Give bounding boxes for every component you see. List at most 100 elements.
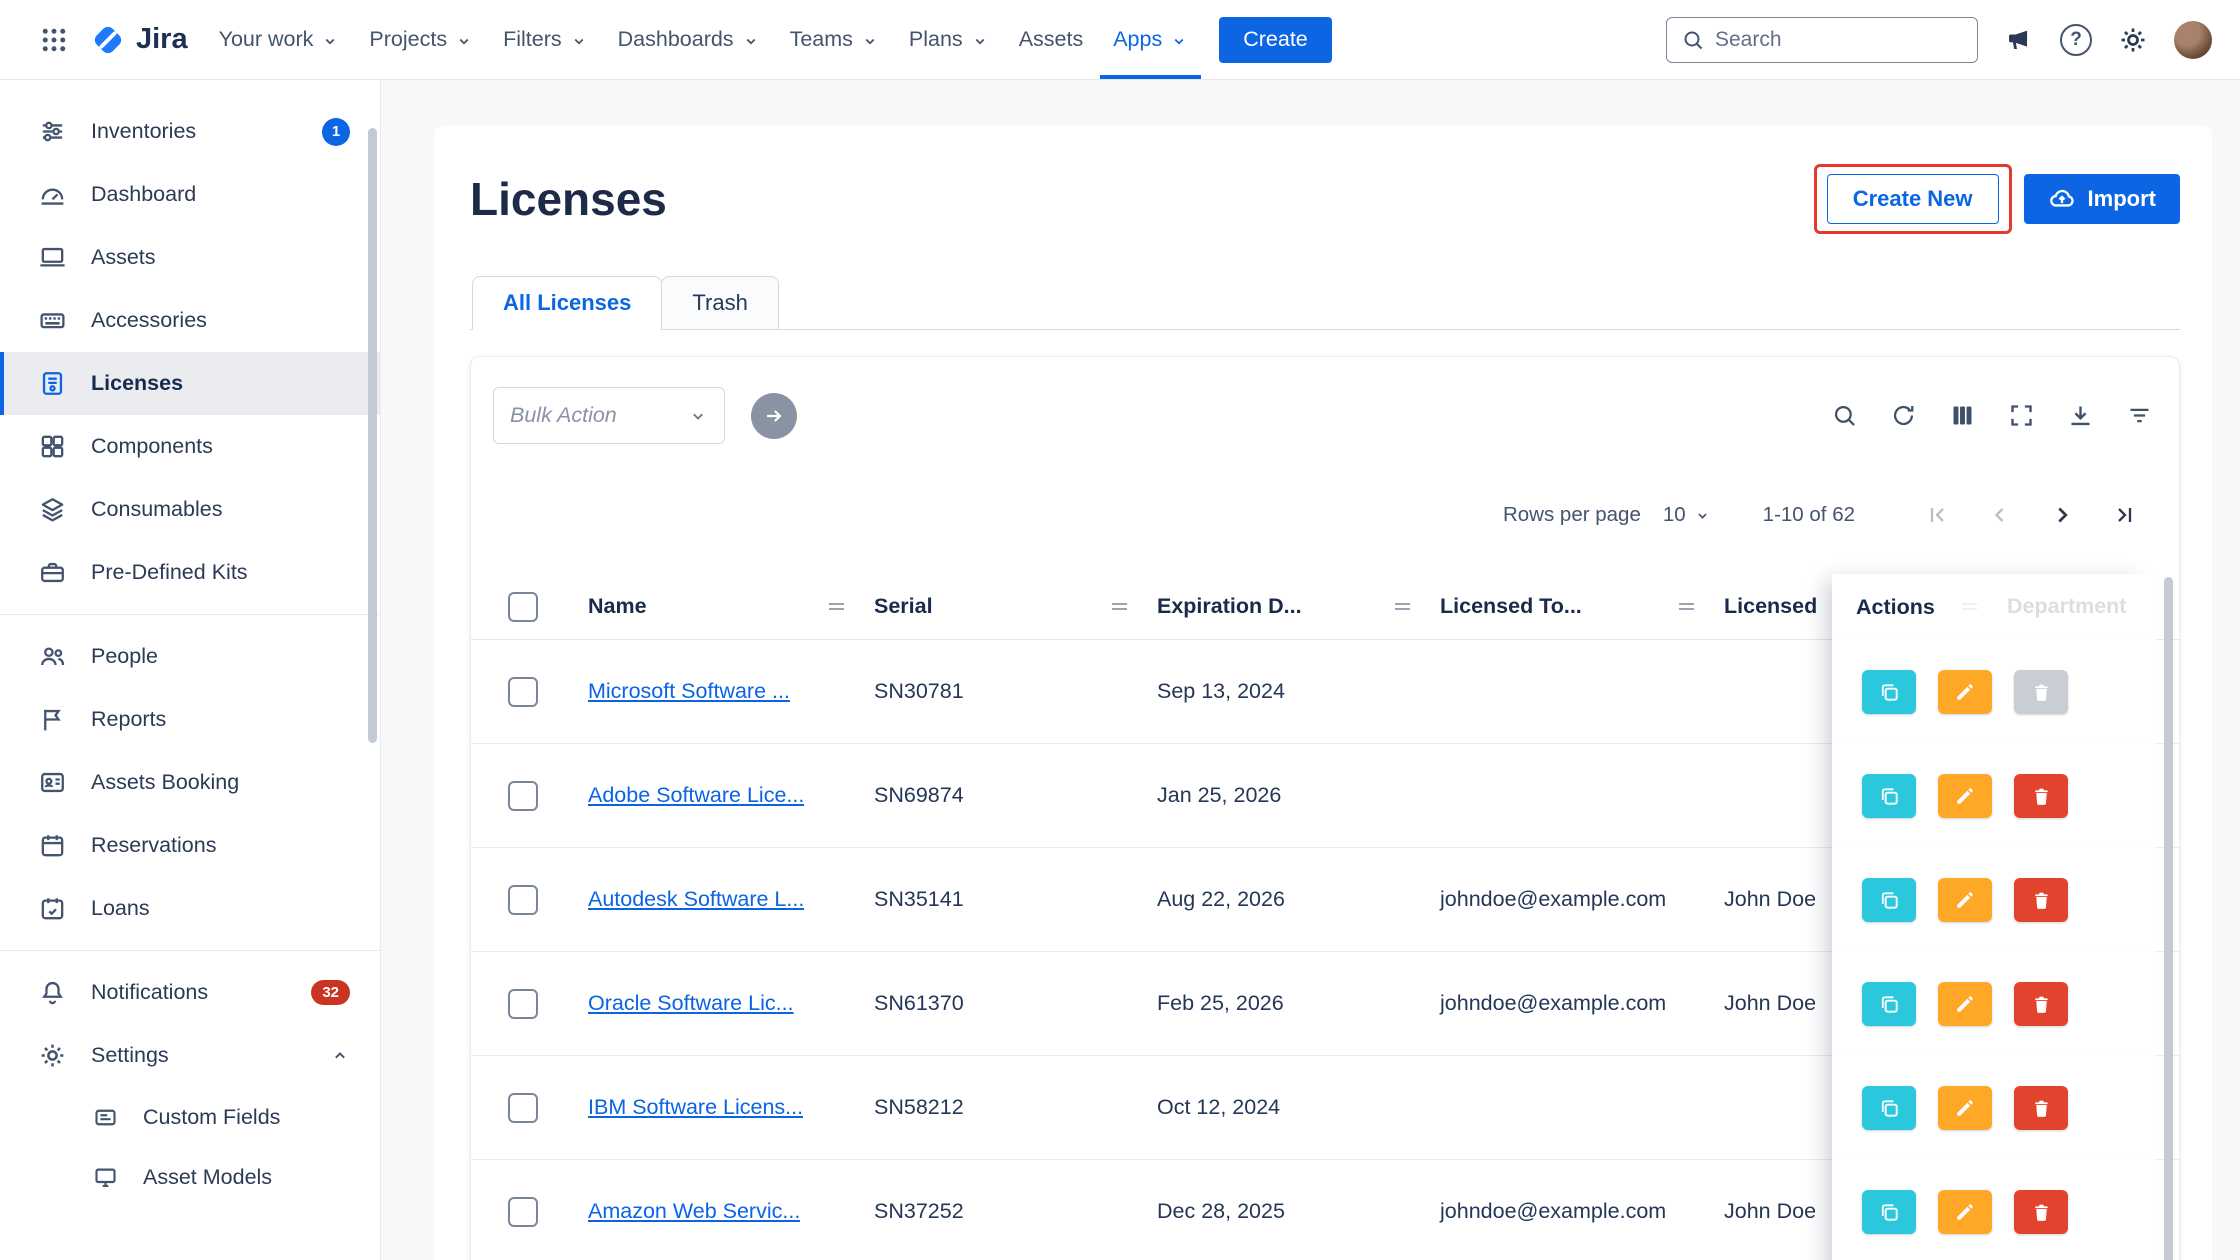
sidebar-item-settings[interactable]: Settings (0, 1024, 380, 1087)
sidebar-item-custom-fields[interactable]: Custom Fields (0, 1087, 380, 1147)
next-page-button[interactable] (2031, 502, 2093, 528)
sidebar-scrollbar[interactable] (368, 128, 377, 743)
clone-button[interactable] (1862, 878, 1916, 922)
sidebar-item-licenses[interactable]: Licenses (0, 352, 380, 415)
search-box[interactable] (1666, 17, 1978, 63)
row-checkbox[interactable] (508, 781, 538, 811)
create-new-button[interactable]: Create New (1827, 174, 1999, 224)
sidebar-item-consumables[interactable]: Consumables (0, 478, 380, 541)
rows-per-page-select[interactable]: 10 (1663, 503, 1711, 527)
download-icon[interactable] (2067, 402, 2094, 429)
edit-button[interactable] (1938, 1190, 1992, 1234)
cell-licensed-to: johndoe@example.com (1426, 887, 1710, 912)
user-avatar[interactable] (2174, 21, 2212, 59)
delete-button[interactable] (2014, 1086, 2068, 1130)
delete-button[interactable] (2014, 670, 2068, 714)
drag-handle-icon[interactable] (1677, 600, 1696, 613)
row-checkbox[interactable] (508, 885, 538, 915)
settings-gear-icon[interactable] (2118, 25, 2148, 55)
clone-button[interactable] (1862, 1190, 1916, 1234)
license-name-link[interactable]: Amazon Web Servic... (588, 1199, 800, 1224)
nav-item-projects[interactable]: Projects (356, 0, 486, 79)
first-page-button[interactable] (1907, 503, 1969, 527)
fullscreen-icon[interactable] (2008, 402, 2035, 429)
nav-item-assets[interactable]: Assets (1006, 0, 1097, 79)
announcements-icon[interactable] (2004, 25, 2034, 55)
edit-button[interactable] (1938, 982, 1992, 1026)
app-switcher-icon[interactable] (28, 0, 80, 79)
edit-button[interactable] (1938, 670, 1992, 714)
delete-button[interactable] (2014, 1190, 2068, 1234)
sidebar-item-pre-defined-kits[interactable]: Pre-Defined Kits (0, 541, 380, 604)
drag-handle-icon[interactable] (1393, 600, 1412, 613)
columns-icon[interactable] (1949, 402, 1976, 429)
sidebar-item-reservations[interactable]: Reservations (0, 814, 380, 877)
column-header-serial[interactable]: Serial (860, 594, 1143, 619)
delete-button[interactable] (2014, 774, 2068, 818)
jira-logo[interactable]: Jira (84, 0, 202, 79)
edit-button[interactable] (1938, 774, 1992, 818)
filter-icon[interactable] (2126, 402, 2153, 429)
notification-badge: 32 (311, 980, 350, 1005)
import-button[interactable]: Import (2024, 174, 2180, 224)
nav-item-plans[interactable]: Plans (896, 0, 1002, 79)
table-search-icon[interactable] (1831, 402, 1858, 429)
bulk-action-select[interactable]: Bulk Action (493, 387, 725, 444)
drag-handle-icon[interactable] (1110, 600, 1129, 613)
prev-page-button[interactable] (1969, 503, 2031, 527)
column-header-licensed-to[interactable]: Licensed To... (1426, 594, 1710, 619)
edit-button[interactable] (1938, 1086, 1992, 1130)
table-scrollbar[interactable] (2164, 577, 2173, 1260)
clone-button[interactable] (1862, 670, 1916, 714)
nav-item-dashboards[interactable]: Dashboards (605, 0, 773, 79)
row-checkbox[interactable] (508, 677, 538, 707)
license-name-link[interactable]: Autodesk Software L... (588, 887, 804, 912)
cell-serial: SN37252 (860, 1199, 1143, 1224)
delete-button[interactable] (2014, 982, 2068, 1026)
gear-icon (38, 1041, 67, 1070)
nav-item-apps[interactable]: Apps (1100, 0, 1201, 79)
clone-button[interactable] (1862, 774, 1916, 818)
nav-left-group: Jira Your work Projects Filters Dashboar… (28, 0, 1332, 79)
search-input[interactable] (1715, 28, 1986, 52)
edit-button[interactable] (1938, 878, 1992, 922)
chevron-down-icon (321, 32, 339, 50)
license-name-link[interactable]: Oracle Software Lic... (588, 991, 794, 1016)
row-checkbox[interactable] (508, 1093, 538, 1123)
tab-trash[interactable]: Trash (661, 276, 778, 329)
sidebar-item-reports[interactable]: Reports (0, 688, 380, 751)
apply-bulk-action-button[interactable] (751, 393, 797, 439)
sidebar-item-inventories[interactable]: Inventories 1 (0, 100, 380, 163)
refresh-icon[interactable] (1890, 402, 1917, 429)
column-header-name[interactable]: Name (574, 594, 860, 619)
sidebar-item-loans[interactable]: Loans (0, 877, 380, 940)
license-name-link[interactable]: Adobe Software Lice... (588, 783, 804, 808)
select-all-checkbox[interactable] (508, 592, 538, 622)
help-icon[interactable]: ? (2060, 24, 2092, 56)
create-button[interactable]: Create (1219, 17, 1332, 63)
nav-item-your-work[interactable]: Your work (206, 0, 353, 79)
sidebar-item-asset-models[interactable]: Asset Models (0, 1147, 380, 1207)
drag-handle-icon[interactable] (827, 600, 846, 613)
sidebar-item-notifications[interactable]: Notifications 32 (0, 961, 380, 1024)
sidebar-item-dashboard[interactable]: Dashboard (0, 163, 380, 226)
sidebar-item-components[interactable]: Components (0, 415, 380, 478)
bulk-action-placeholder: Bulk Action (510, 403, 617, 428)
sidebar-item-accessories[interactable]: Accessories (0, 289, 380, 352)
sidebar-item-assets-booking[interactable]: Assets Booking (0, 751, 380, 814)
nav-item-filters[interactable]: Filters (490, 0, 601, 79)
tab-all-licenses[interactable]: All Licenses (472, 276, 662, 329)
license-name-link[interactable]: IBM Software Licens... (588, 1095, 803, 1120)
delete-button[interactable] (2014, 878, 2068, 922)
sidebar-item-people[interactable]: People (0, 625, 380, 688)
license-name-link[interactable]: Microsoft Software ... (588, 679, 790, 704)
sidebar-item-assets[interactable]: Assets (0, 226, 380, 289)
nav-item-teams[interactable]: Teams (777, 0, 892, 79)
row-actions (1832, 640, 2157, 744)
row-checkbox[interactable] (508, 1197, 538, 1227)
column-header-expiration[interactable]: Expiration D... (1143, 594, 1426, 619)
clone-button[interactable] (1862, 982, 1916, 1026)
last-page-button[interactable] (2093, 503, 2155, 527)
clone-button[interactable] (1862, 1086, 1916, 1130)
row-checkbox[interactable] (508, 989, 538, 1019)
